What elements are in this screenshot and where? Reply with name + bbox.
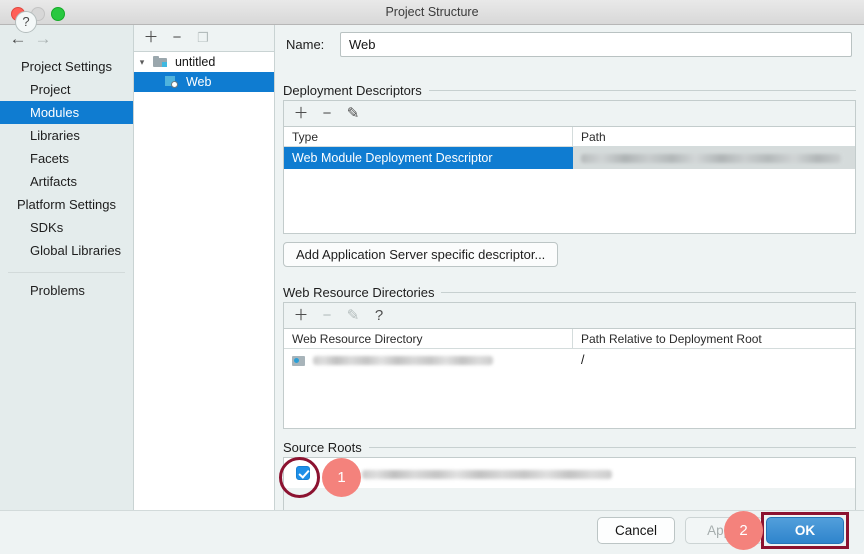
source-roots-title: Source Roots xyxy=(283,439,362,455)
cell-web-resource-directory xyxy=(284,349,573,371)
cancel-button[interactable]: Cancel xyxy=(597,517,675,544)
table-header-row: Web Resource Directory Path Relative to … xyxy=(284,328,855,349)
web-resource-directories-header: Web Resource Directories xyxy=(283,284,856,300)
source-roots-header: Source Roots xyxy=(283,439,856,455)
forward-arrow-icon: → xyxy=(34,29,52,48)
module-name-input[interactable] xyxy=(340,32,852,57)
module-settings-panel: Name: Deployment Descriptors ＋ − ✎ Type … xyxy=(275,25,864,510)
web-module-icon xyxy=(165,76,179,88)
redacted-source-root-path xyxy=(362,470,612,479)
sidebar-group-project-settings: Project Settings xyxy=(20,59,113,74)
directory-icon xyxy=(292,355,305,366)
table-row[interactable]: / xyxy=(284,349,855,371)
sidebar-item-project[interactable]: Project xyxy=(0,78,133,101)
column-header-path-relative[interactable]: Path Relative to Deployment Root xyxy=(573,329,855,348)
module-tree-toolbar: ＋ − ❐ xyxy=(134,25,274,51)
module-name-row: Name: xyxy=(275,32,864,60)
edit-descriptor-icon[interactable]: ✎ xyxy=(344,105,362,123)
web-resource-directories-toolbar: ＋ − ✎ ? xyxy=(284,303,855,328)
add-application-server-descriptor-button[interactable]: Add Application Server specific descript… xyxy=(283,242,559,267)
tree-node-label: untitled xyxy=(174,55,216,69)
sidebar-item-artifacts[interactable]: Artifacts xyxy=(0,170,133,193)
title-bar: Project Structure xyxy=(0,0,864,25)
deployment-descriptors-header: Deployment Descriptors xyxy=(283,82,856,98)
project-structure-window: Project Structure ← → Project Settings P… xyxy=(0,0,864,554)
tree-node-web[interactable]: Web xyxy=(134,72,274,92)
add-web-resource-icon[interactable]: ＋ xyxy=(292,307,310,325)
sidebar-item-global-libraries[interactable]: Global Libraries xyxy=(0,239,133,262)
edit-web-resource-icon: ✎ xyxy=(346,307,360,324)
table-header-row: Type Path xyxy=(284,126,855,147)
settings-sidebar: ← → Project Settings Project Modules Lib… xyxy=(0,25,134,510)
deployment-descriptors-panel: ＋ − ✎ Type Path Web Module Deployment De… xyxy=(283,100,856,234)
column-header-web-resource-directory[interactable]: Web Resource Directory xyxy=(284,329,573,348)
redacted-directory-text xyxy=(313,356,494,366)
folder-module-icon xyxy=(153,56,168,67)
remove-descriptor-icon[interactable]: − xyxy=(318,105,336,123)
sidebar-item-modules[interactable]: Modules xyxy=(0,101,133,124)
help-button[interactable]: ? xyxy=(15,11,37,33)
ok-button[interactable]: OK xyxy=(766,517,844,544)
deployment-descriptors-table: Type Path Web Module Deployment Descript… xyxy=(284,126,855,233)
sidebar-item-problems[interactable]: Problems xyxy=(0,279,133,302)
sidebar-item-list: Project Settings Project Modules Librari… xyxy=(0,55,133,302)
web-resource-directories-panel: ＋ − ✎ ? Web Resource Directory Path Rela… xyxy=(283,302,856,429)
cell-type: Web Module Deployment Descriptor xyxy=(284,147,573,169)
source-root-checkbox[interactable] xyxy=(296,466,310,480)
column-header-type[interactable]: Type xyxy=(284,127,573,146)
chevron-down-icon[interactable]: ▾ xyxy=(134,52,150,72)
source-root-row[interactable] xyxy=(284,458,855,488)
add-module-icon[interactable]: ＋ xyxy=(142,29,160,47)
cell-path xyxy=(573,147,855,169)
tree-node-label: Web xyxy=(185,75,212,89)
sidebar-item-facets[interactable]: Facets xyxy=(0,147,133,170)
sidebar-group-platform-settings: Platform Settings xyxy=(17,197,116,212)
tree-node-untitled[interactable]: ▾ untitled xyxy=(134,52,274,72)
section-rule xyxy=(368,446,856,448)
sidebar-item-sdks[interactable]: SDKs xyxy=(0,216,133,239)
section-rule xyxy=(441,291,856,293)
module-name-label: Name: xyxy=(286,37,325,52)
web-resource-directories-title: Web Resource Directories xyxy=(283,284,435,300)
deployment-descriptors-title: Deployment Descriptors xyxy=(283,82,422,98)
module-tree: ▾ untitled Web xyxy=(134,51,274,510)
help-web-resource-icon[interactable]: ? xyxy=(370,307,388,325)
sidebar-divider xyxy=(8,272,125,273)
annotation-badge-1: 1 xyxy=(322,458,361,497)
module-tree-panel: ＋ − ❐ ▾ untitled Web xyxy=(134,25,275,510)
remove-web-resource-icon: − xyxy=(322,307,332,324)
redacted-path-text xyxy=(581,154,841,164)
web-resource-directories-table: Web Resource Directory Path Relative to … xyxy=(284,328,855,428)
remove-module-icon[interactable]: − xyxy=(168,29,186,47)
sidebar-item-libraries[interactable]: Libraries xyxy=(0,124,133,147)
annotation-badge-2: 2 xyxy=(724,511,763,550)
column-header-path[interactable]: Path xyxy=(573,127,855,146)
section-rule xyxy=(428,89,856,91)
window-title: Project Structure xyxy=(385,5,479,19)
add-descriptor-icon[interactable]: ＋ xyxy=(292,105,310,123)
deployment-descriptors-toolbar: ＋ − ✎ xyxy=(284,101,855,126)
table-row[interactable]: Web Module Deployment Descriptor xyxy=(284,147,855,169)
cell-relative-path: / xyxy=(581,353,585,367)
copy-module-icon: ❐ xyxy=(197,30,209,45)
source-roots-panel xyxy=(283,457,856,510)
